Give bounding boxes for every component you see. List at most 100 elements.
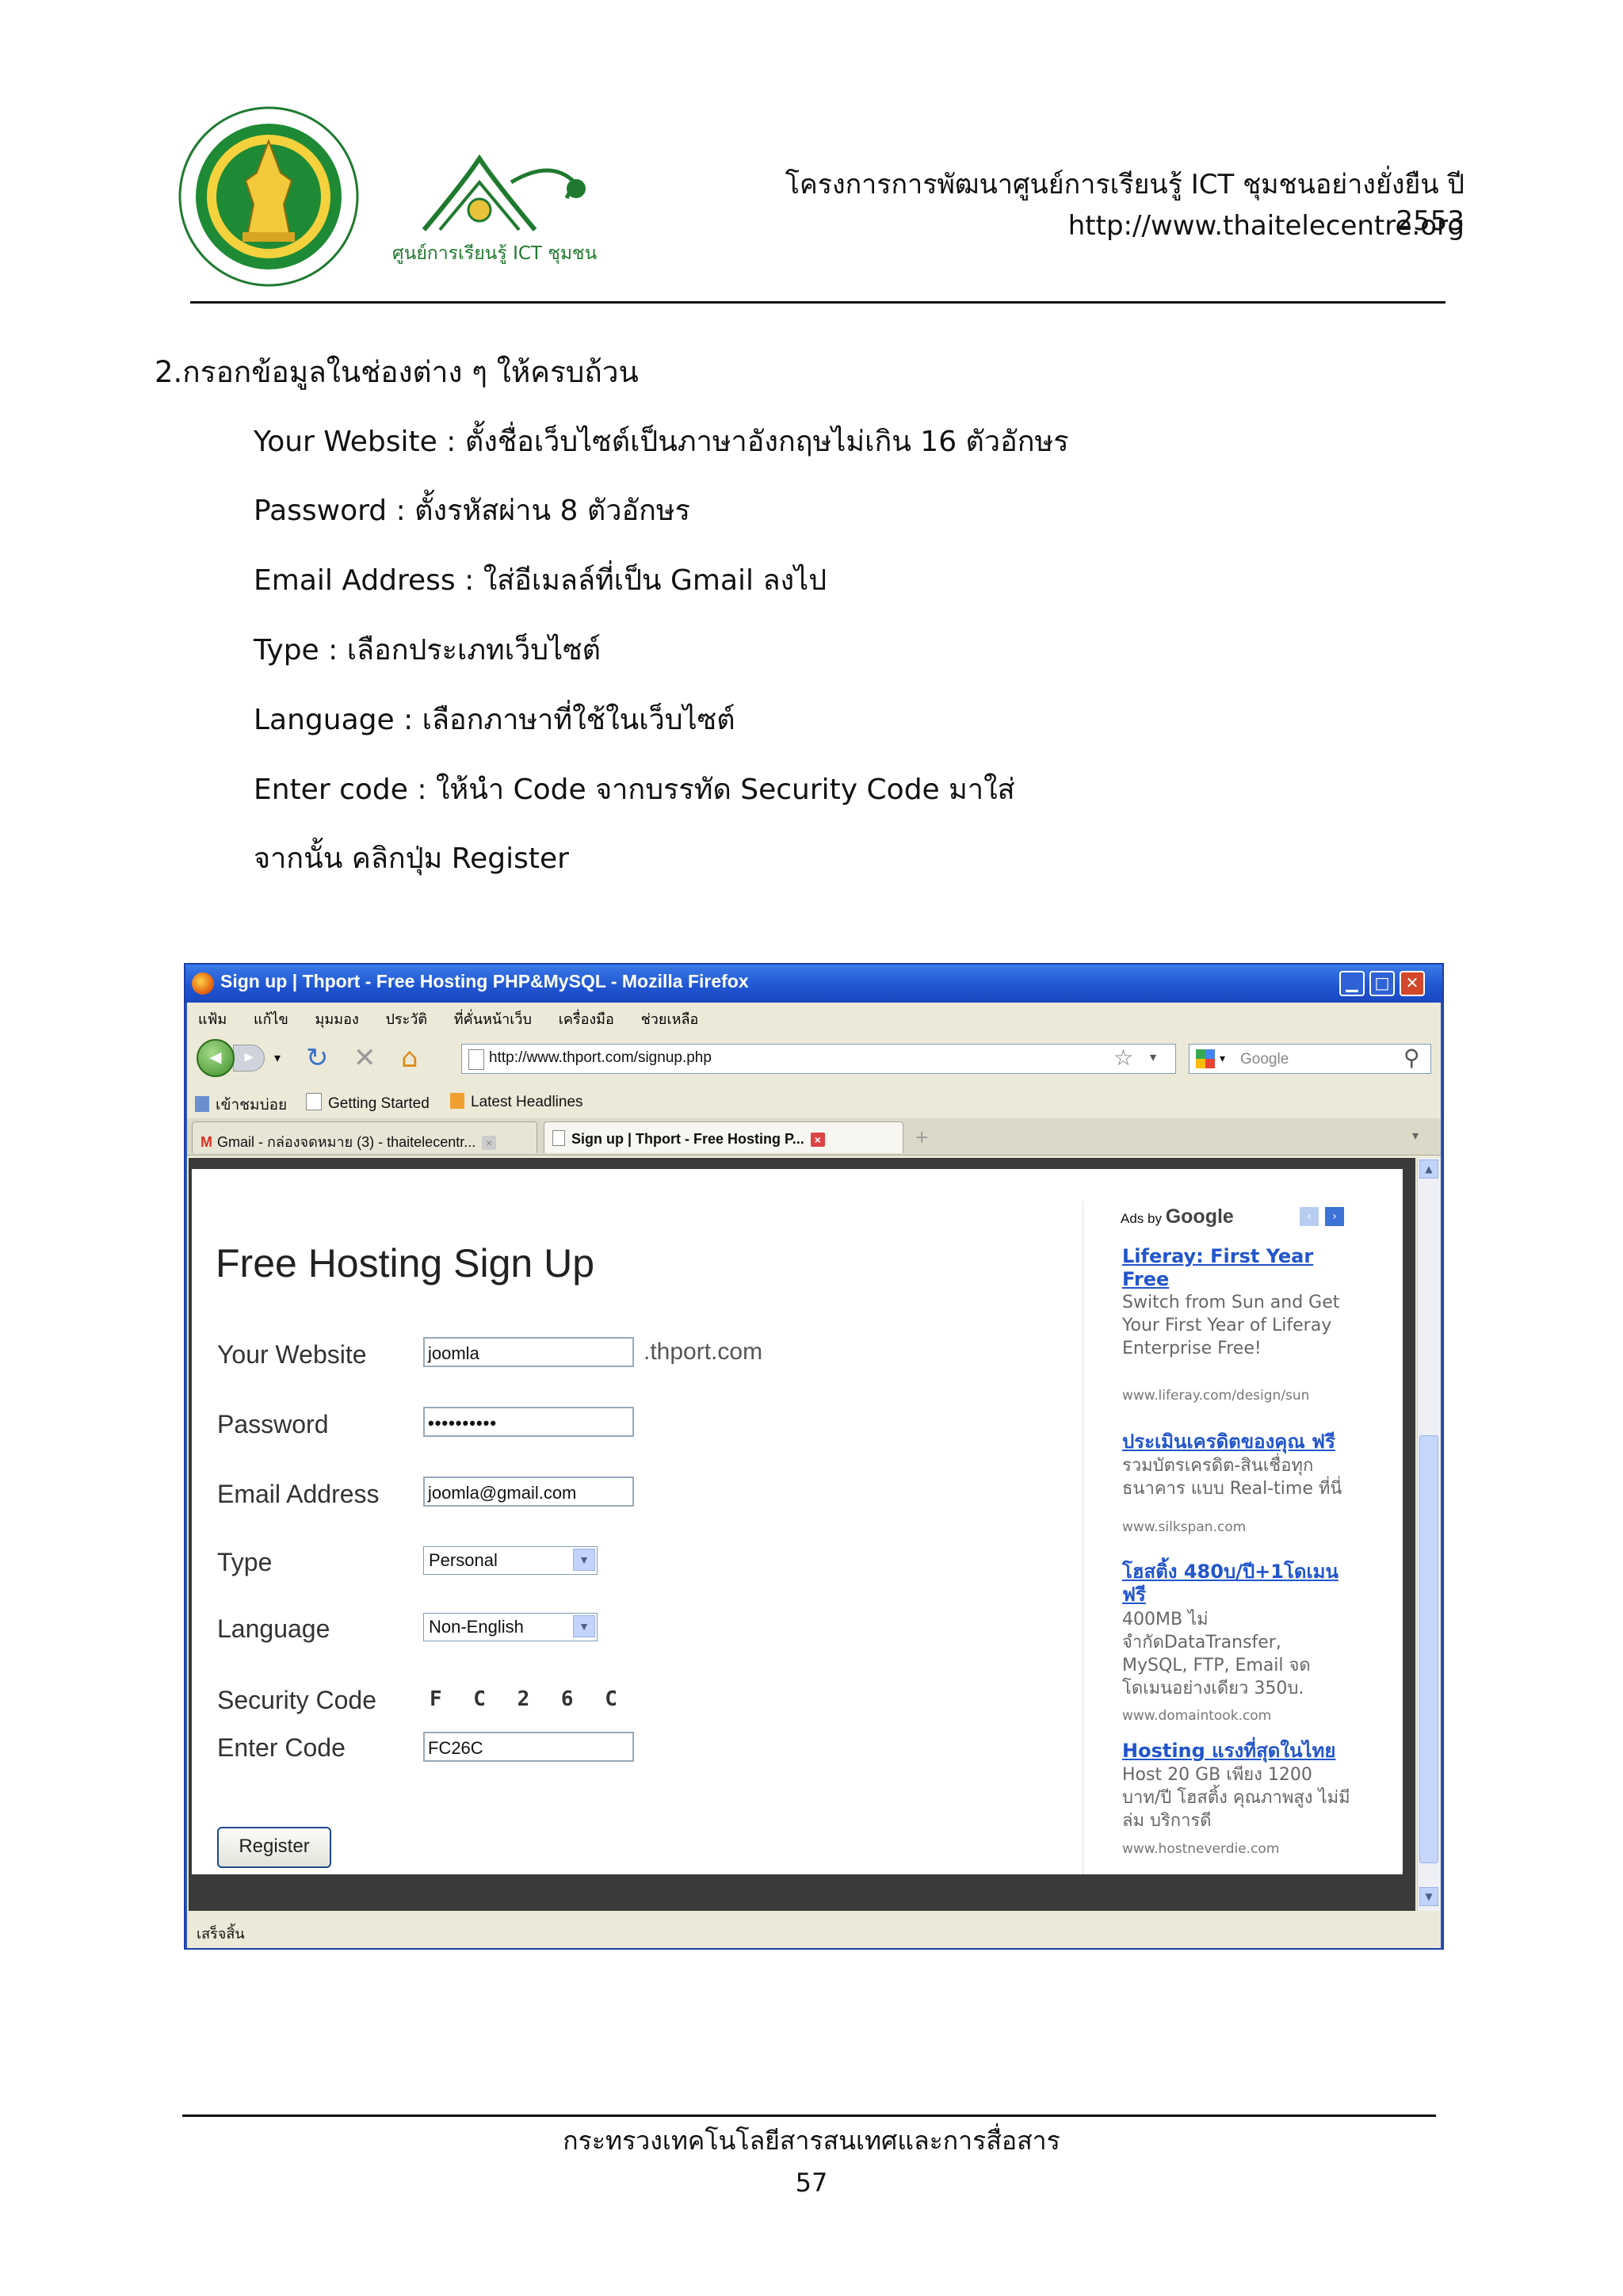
- history-dropdown-icon[interactable]: ▾: [274, 1050, 281, 1065]
- menu-help[interactable]: ช่วยเหลือ: [641, 1011, 699, 1028]
- engine-dropdown-icon[interactable]: ▾: [1220, 1052, 1225, 1065]
- ad-title[interactable]: Liferay: First Year Free: [1122, 1245, 1352, 1291]
- page-icon: [552, 1130, 565, 1146]
- close-tab-icon[interactable]: ×: [810, 1133, 825, 1147]
- page-number: 57: [795, 2168, 828, 2198]
- bookmark-getting-started[interactable]: Getting Started: [306, 1093, 430, 1113]
- bookmark-latest-headlines[interactable]: Latest Headlines: [450, 1093, 583, 1111]
- close-tab-icon[interactable]: ×: [482, 1136, 497, 1150]
- vertical-scrollbar[interactable]: ▲ ▼: [1417, 1158, 1440, 1911]
- stop-icon[interactable]: ✕: [353, 1042, 376, 1074]
- type-label: Type: [217, 1548, 273, 1576]
- menu-edit[interactable]: แก้ไข: [254, 1011, 288, 1028]
- enter-code-input[interactable]: FC26C: [423, 1732, 634, 1762]
- ads-next-icon[interactable]: ›: [1325, 1207, 1344, 1226]
- instruction-register: จากนั้น คลิกปุ่ม Register: [254, 842, 569, 875]
- ad-url[interactable]: www.domaintook.com: [1122, 1708, 1360, 1724]
- status-text: เสร็จสิ้น: [197, 1926, 245, 1943]
- ministry-seal-logo: [165, 101, 372, 292]
- footer-ministry: กระทรวงเทคโนโลยีสารสนเทศและการสื่อสาร: [563, 2126, 1060, 2156]
- page-icon: [306, 1093, 322, 1110]
- header-divider: [190, 301, 1445, 304]
- ict-logo-text: ศูนย์การเรียนรู้ ICT ชุมชน: [392, 243, 598, 264]
- ad-description: Host 20 GB เพียง 1200 บาท/ปี โฮสติ้ง คุณ…: [1122, 1765, 1350, 1831]
- page-icon: [468, 1049, 484, 1070]
- ad-title[interactable]: โฮสติ้ง 480บ/ปี+1โดเมนฟรี: [1122, 1561, 1352, 1606]
- ad-description: Switch from Sun and Get Your First Year …: [1122, 1293, 1340, 1358]
- window-title: Sign up | Thport - Free Hosting PHP&MySQ…: [220, 971, 749, 991]
- chevron-down-icon[interactable]: ▼: [573, 1615, 595, 1637]
- bookmark-label: Getting Started: [328, 1095, 430, 1112]
- menu-history[interactable]: ประวัติ: [385, 1011, 427, 1028]
- ads-by-google[interactable]: Ads by Google: [1121, 1205, 1234, 1228]
- google-search-engine-icon[interactable]: [1196, 1049, 1215, 1068]
- ad-url[interactable]: www.hostneverdie.com: [1122, 1841, 1360, 1857]
- language-select[interactable]: Non-English ▼: [423, 1613, 598, 1641]
- menu-file[interactable]: แฟ้ม: [198, 1011, 227, 1028]
- website-input[interactable]: joomla: [423, 1337, 634, 1367]
- browser-chrome: แฟ้ม แก้ไข มุมมอง ประวัติ ที่คั่นหน้าเว็…: [187, 1003, 1441, 1948]
- ad-title[interactable]: ประเมินเครดิตของคุณ ฟรี: [1122, 1431, 1352, 1454]
- ads-by-label: Ads by: [1121, 1211, 1162, 1226]
- google-label: Google: [1165, 1205, 1234, 1228]
- header-url: http://www.thaitelecentre.org: [1067, 210, 1465, 242]
- scroll-thumb[interactable]: [1419, 1435, 1438, 1863]
- scroll-down-icon[interactable]: ▼: [1419, 1887, 1438, 1906]
- reload-icon[interactable]: ↻: [306, 1042, 329, 1074]
- password-label: Password: [217, 1410, 329, 1438]
- instruction-type: Type : เลือกประเภทเว็บไซต์: [254, 634, 601, 667]
- footer-divider: [182, 2115, 1436, 2117]
- tab-list-icon[interactable]: ▾: [1412, 1128, 1419, 1143]
- ad-title[interactable]: Hosting แรงที่สุดในไทย: [1122, 1740, 1352, 1763]
- type-select[interactable]: Personal ▼: [423, 1546, 598, 1575]
- tab-gmail[interactable]: M Gmail - กล่องจดหมาย (3) - thaitelecentr…: [192, 1121, 537, 1153]
- tab-signup[interactable]: Sign up | Thport - Free Hosting P... ×: [544, 1121, 903, 1153]
- search-icon[interactable]: ⚲: [1403, 1045, 1420, 1071]
- domain-suffix: .thport.com: [643, 1339, 763, 1365]
- url-dropdown-icon[interactable]: ▾: [1150, 1049, 1156, 1064]
- ad-url[interactable]: www.liferay.com/design/sun: [1122, 1388, 1360, 1404]
- gmail-icon: M: [200, 1134, 212, 1150]
- menu-view[interactable]: มุมมอง: [315, 1011, 359, 1028]
- firefox-icon: [192, 972, 214, 995]
- menu-tools[interactable]: เครื่องมือ: [559, 1011, 614, 1028]
- ad-description: 400MB ไม่จำกัดDataTransfer, MySQL, FTP, …: [1122, 1610, 1311, 1698]
- bookmark-star-icon[interactable]: ☆: [1113, 1045, 1133, 1071]
- status-bar: เสร็จสิ้น: [187, 1916, 1441, 1946]
- bookmark-label: เข้าชมบ่อย: [216, 1097, 288, 1114]
- scroll-up-icon[interactable]: ▲: [1419, 1159, 1438, 1179]
- bookmark-most-visited[interactable]: เข้าชมบ่อย: [195, 1093, 287, 1117]
- close-window-button[interactable]: ✕: [1400, 971, 1425, 996]
- minimize-button[interactable]: ▁: [1339, 971, 1365, 996]
- search-box[interactable]: ▾ Google ⚲: [1189, 1044, 1431, 1074]
- page-viewport: Free Hosting Sign Up Your Website joomla…: [189, 1158, 1415, 1911]
- menu-bar: แฟ้ม แก้ไข มุมมอง ประวัติ ที่คั่นหน้าเว็…: [198, 1007, 720, 1030]
- ad-url[interactable]: www.silkspan.com: [1122, 1519, 1360, 1535]
- instruction-password: Password : ตั้งรหัสผ่าน 8 ตัวอักษร: [254, 495, 690, 527]
- ad-description: รวมบัตรเครดิต-สินเชื่อทุกธนาคาร แบบ Real…: [1122, 1456, 1342, 1499]
- instruction-email: Email Address : ใส่อีเมลล์ที่เป็น Gmail …: [254, 564, 827, 597]
- email-label: Email Address: [217, 1480, 380, 1508]
- forward-button[interactable]: ▸: [233, 1045, 265, 1072]
- new-tab-icon[interactable]: +: [915, 1128, 929, 1148]
- ads-prev-icon[interactable]: ‹: [1300, 1207, 1319, 1226]
- register-button[interactable]: Register: [217, 1827, 331, 1868]
- chevron-down-icon[interactable]: ▼: [573, 1549, 595, 1571]
- home-icon[interactable]: ⌂: [401, 1042, 418, 1074]
- security-code-label: Security Code: [217, 1686, 376, 1714]
- instruction-enter-code: Enter code : ให้นำ Code จากบรรทัด Securi…: [254, 774, 1015, 806]
- address-bar[interactable]: http://www.thport.com/signup.php ☆ ▾: [461, 1044, 1176, 1074]
- page-title: Free Hosting Sign Up: [216, 1241, 595, 1286]
- tab-label: Gmail - กล่องจดหมาย (3) - thaitelecentr.…: [217, 1134, 476, 1150]
- bookmark-label: Latest Headlines: [471, 1094, 583, 1110]
- most-visited-icon: [195, 1096, 209, 1112]
- menu-bookmarks[interactable]: ที่คั่นหน้าเว็บ: [454, 1011, 532, 1028]
- back-button[interactable]: ◂: [197, 1039, 235, 1077]
- type-selected-value: Personal: [429, 1550, 498, 1570]
- enter-code-label: Enter Code: [217, 1733, 346, 1762]
- email-input[interactable]: joomla@gmail.com: [423, 1477, 634, 1507]
- password-input[interactable]: ••••••••••: [423, 1407, 634, 1437]
- maximize-button[interactable]: □: [1369, 971, 1395, 996]
- rss-icon: [450, 1093, 464, 1109]
- address-text: http://www.thport.com/signup.php: [489, 1049, 712, 1066]
